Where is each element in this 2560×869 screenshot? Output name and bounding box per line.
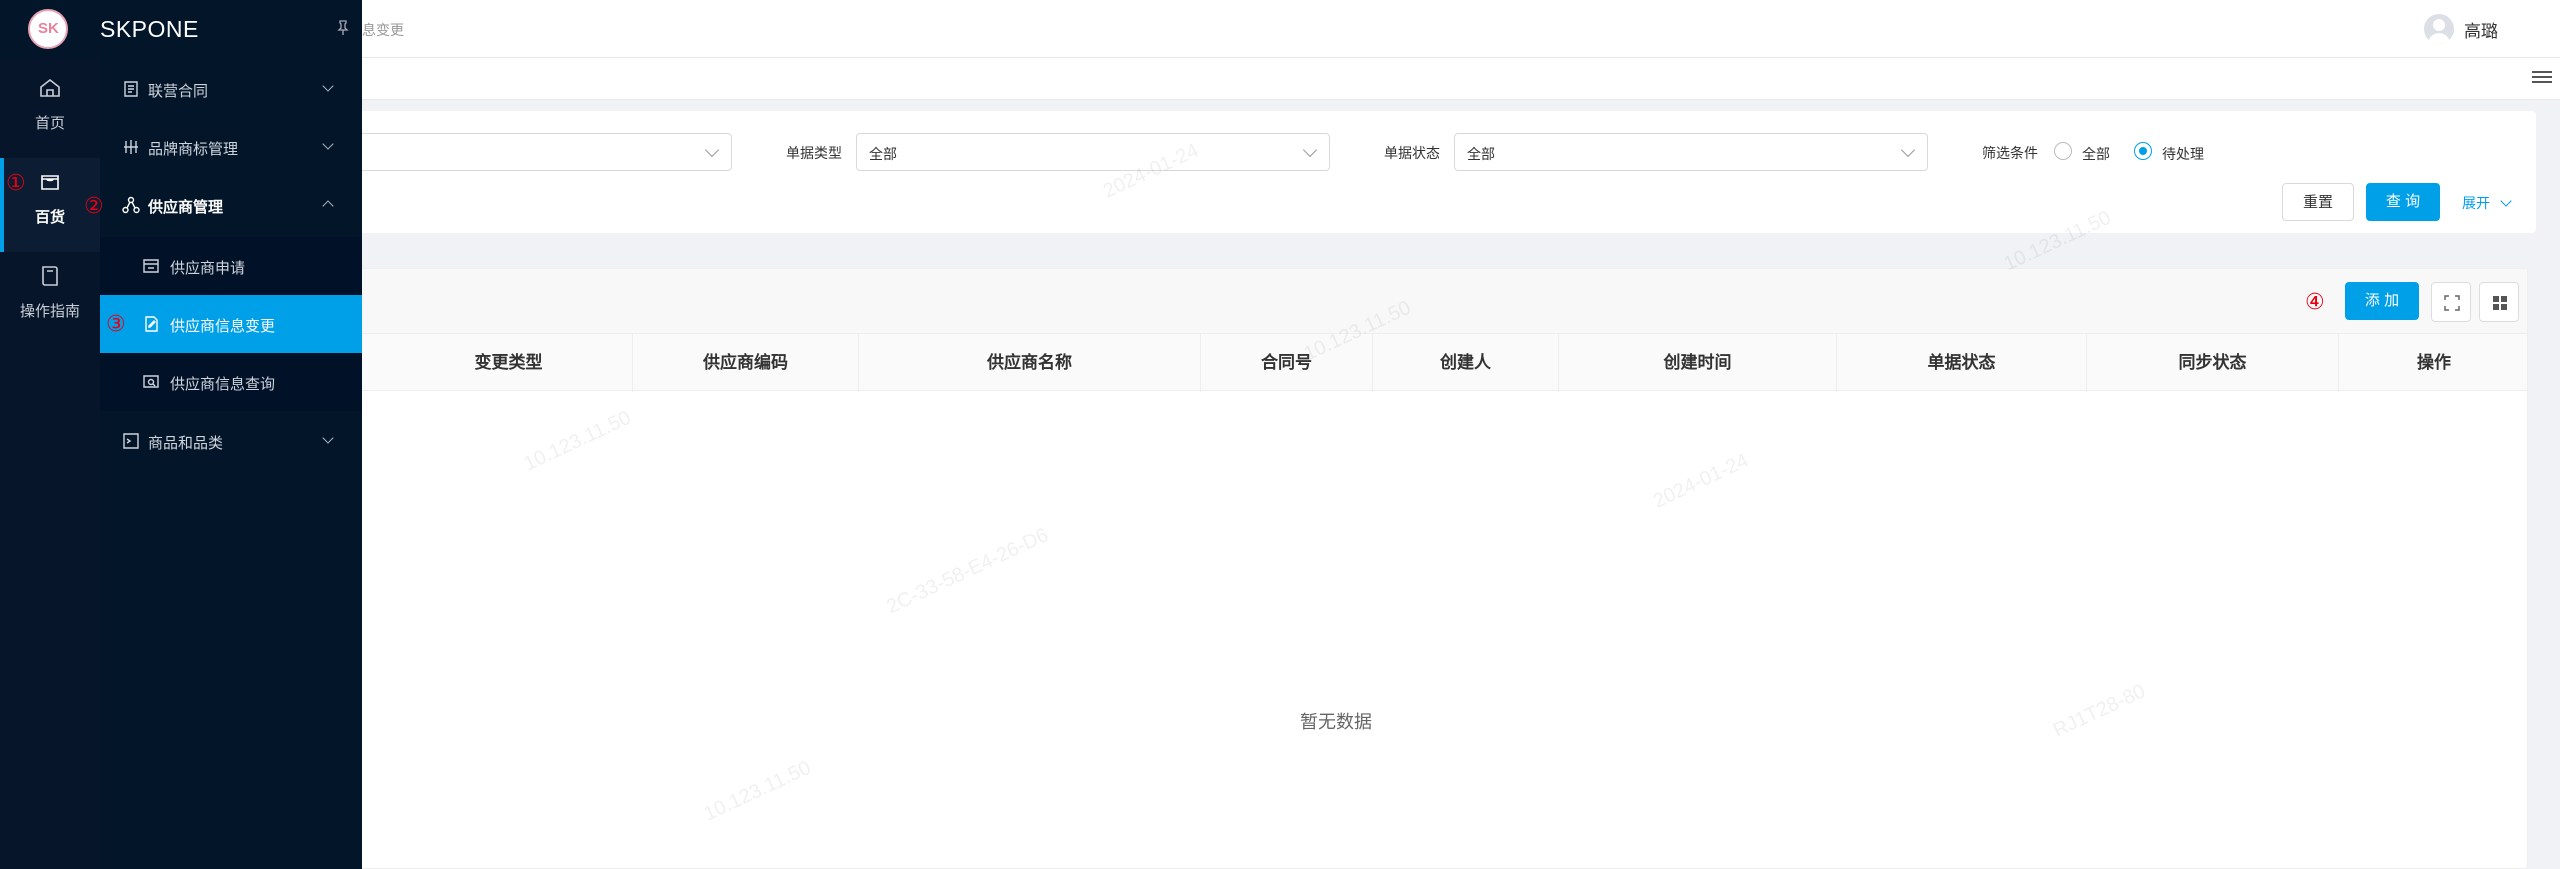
marker-1: ① <box>6 170 26 195</box>
avatar[interactable] <box>2424 14 2454 44</box>
chevron-down-icon <box>322 138 334 150</box>
radio-pending[interactable] <box>2134 142 2152 160</box>
nav-sub-supplier-info-change[interactable]: 供应商信息变更 <box>100 295 362 353</box>
goods-icon <box>123 433 139 449</box>
home-icon <box>40 78 60 97</box>
nav-group-label: 供应商管理 <box>148 199 224 216</box>
radio-all[interactable] <box>2054 142 2072 160</box>
nav-group-supplier-management[interactable]: 供应商管理 <box>100 176 362 234</box>
table-panel: ④ 添 加 变更类型 供应商编码 供应商名称 合同号 创建人 创建时间 单据状态 同步状态 操作 <box>200 268 2528 869</box>
chevron-down-icon <box>322 432 334 444</box>
fullscreen-icon[interactable] <box>2431 282 2471 322</box>
apply-icon <box>143 259 159 273</box>
doc-type-select[interactable]: 全部 <box>856 133 1330 171</box>
chevron-down-icon <box>1302 142 1318 158</box>
book-icon <box>42 266 58 286</box>
query-icon <box>143 375 159 388</box>
radio-all-label[interactable]: 全部 <box>2082 144 2110 164</box>
column-header: 变更类型 <box>385 334 633 392</box>
username[interactable]: 高璐 <box>2464 17 2498 42</box>
marker-2: ② <box>84 193 104 218</box>
store-icon <box>41 175 59 190</box>
table-header: 变更类型 供应商编码 供应商名称 合同号 创建人 创建时间 单据状态 同步状态 操作 <box>201 333 2527 392</box>
search-button[interactable]: 查 询 <box>2366 183 2440 221</box>
top-header: 息变更 高璐 <box>0 0 2560 58</box>
column-header: 创建时间 <box>1559 334 1837 392</box>
nav-sub-label: 供应商申请 <box>170 260 246 277</box>
nav-sub-supplier-info-query[interactable]: 供应商信息查询 <box>100 353 362 411</box>
reset-button[interactable]: 重置 <box>2282 183 2354 221</box>
hamburger-menu-icon[interactable] <box>2532 68 2552 88</box>
edit-icon <box>145 316 158 332</box>
filter-panel: 单据类型 全部 单据状态 全部 筛选条件 全部 待处理 重置 查 询 展开 <box>200 111 2536 233</box>
nav-group-goods-category[interactable]: 商品和品类 <box>100 412 362 470</box>
doc-status-value: 全部 <box>1467 146 1495 162</box>
marker-4: ④ <box>2305 289 2325 314</box>
nav-item-guide[interactable]: 操作指南 <box>0 252 100 346</box>
expand-toggle[interactable]: 展开 <box>2462 193 2512 213</box>
column-header: 供应商编码 <box>633 334 859 392</box>
doc-status-select[interactable]: 全部 <box>1454 133 1928 171</box>
add-button[interactable]: 添 加 <box>2345 282 2419 320</box>
brand-bar: SKPONE <box>0 0 362 58</box>
doc-type-value: 全部 <box>869 146 897 162</box>
condition-label: 筛选条件 <box>1982 145 2038 161</box>
breadcrumb[interactable]: 息变更 <box>362 20 404 40</box>
column-header: 同步状态 <box>2087 334 2339 392</box>
user-menu[interactable]: 高璐 <box>2424 14 2498 44</box>
nav-label: 操作指南 <box>19 303 80 320</box>
doc-type-label: 单据类型 <box>786 145 842 161</box>
logo <box>28 9 68 49</box>
column-header: 供应商名称 <box>859 334 1201 392</box>
nav-sub-label: 供应商信息变更 <box>170 318 276 335</box>
chevron-up-icon <box>322 200 334 212</box>
expand-label: 展开 <box>2462 195 2490 211</box>
nav-item-home[interactable]: 首页 <box>0 64 100 158</box>
nav-group-label: 商品和品类 <box>148 435 224 452</box>
empty-state: 暂无数据 <box>1300 712 1372 732</box>
contract-icon <box>124 81 138 97</box>
column-header: 合同号 <box>1201 334 1373 392</box>
chevron-down-icon <box>2500 195 2512 207</box>
nav-sub-supplier-application[interactable]: 供应商申请 <box>100 237 362 295</box>
marker-3: ③ <box>106 311 126 336</box>
column-header: 创建人 <box>1373 334 1559 392</box>
nav-group-joint-contract[interactable]: 联营合同 <box>100 60 362 118</box>
nav-label: 首页 <box>34 115 65 132</box>
radio-pending-label[interactable]: 待处理 <box>2162 144 2204 164</box>
nav-group-label: 联营合同 <box>148 83 209 100</box>
pin-icon[interactable] <box>336 20 350 39</box>
brand-name: SKPONE <box>100 16 199 42</box>
table-toolbar: ④ 添 加 <box>201 269 2527 333</box>
nav-group-brand-trademark[interactable]: 品牌商标管理 <box>100 118 362 176</box>
tab-bar <box>0 58 2560 100</box>
chevron-down-icon <box>1900 142 1916 158</box>
supplier-icon <box>122 196 140 214</box>
column-header: 操作 <box>2417 353 2451 372</box>
chevron-down-icon <box>704 142 720 158</box>
column-header: 单据状态 <box>1837 334 2087 392</box>
nav-group-label: 品牌商标管理 <box>148 141 239 158</box>
chevron-down-icon <box>322 80 334 92</box>
nav-sub-label: 供应商信息查询 <box>170 376 276 393</box>
column-settings-icon[interactable] <box>2479 282 2519 322</box>
doc-status-label: 单据状态 <box>1384 145 1440 161</box>
brand-icon <box>124 140 138 154</box>
